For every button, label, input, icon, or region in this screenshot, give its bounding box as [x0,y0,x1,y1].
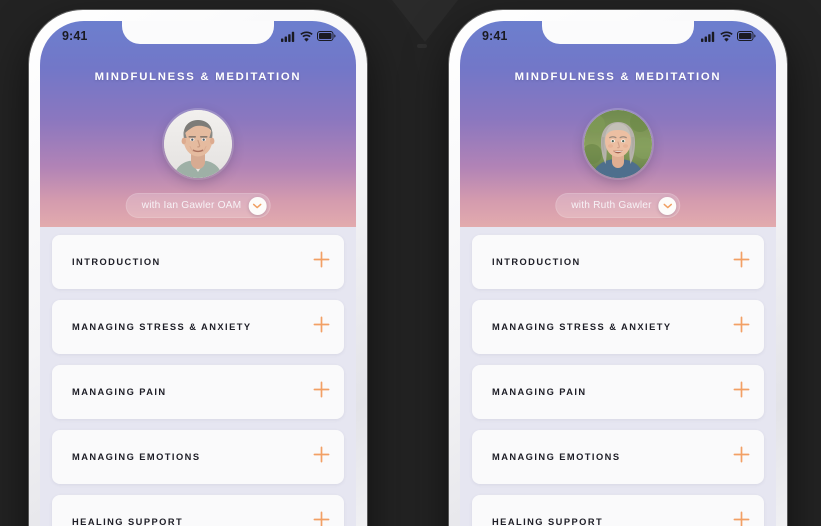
list-item[interactable]: HEALING SUPPORT [52,495,344,526]
list-item[interactable]: MANAGING EMOTIONS [472,430,764,484]
status-bar-left: 9:41 [40,21,356,49]
list-item-label: INTRODUCTION [72,257,161,267]
avatar-ian-gawler[interactable] [164,110,232,178]
list-item[interactable]: MANAGING STRESS & ANXIETY [52,300,344,354]
list-item-label: MANAGING PAIN [492,387,587,397]
plus-icon[interactable] [733,511,750,526]
battery-full-icon [317,31,336,41]
presenter-expand-button[interactable] [658,196,677,215]
list-item[interactable]: MANAGING EMOTIONS [52,430,344,484]
list-item-label: INTRODUCTION [492,257,581,267]
plus-icon[interactable] [313,381,330,403]
presenter-name: with Ian Gawler OAM [141,200,242,211]
phone-mockup-left: 9:41 MINDFULNESS & MEDITATION with Ian G… [29,10,367,526]
chevron-down-icon [253,203,262,209]
status-time: 9:41 [482,29,508,43]
list-item[interactable]: MANAGING PAIN [472,365,764,419]
list-item[interactable]: INTRODUCTION [472,235,764,289]
status-icon-group [281,31,336,42]
plus-icon[interactable] [313,511,330,526]
phone-screen-left: 9:41 MINDFULNESS & MEDITATION with Ian G… [40,21,356,526]
chapter-list-right[interactable]: INTRODUCTION MANAGING STRESS & ANXIETY M… [460,227,776,526]
triangle-watermark-dot-icon [417,44,427,48]
hero-header-right: 9:41 MINDFULNESS & MEDITATION with Ruth … [460,21,776,235]
list-item-label: MANAGING STRESS & ANXIETY [492,322,672,332]
list-item-label: MANAGING STRESS & ANXIETY [72,322,252,332]
phone-mockup-right: 9:41 MINDFULNESS & MEDITATION with Ruth … [449,10,787,526]
chevron-down-icon [663,203,672,209]
battery-full-icon [737,31,756,41]
page-title: MINDFULNESS & MEDITATION [514,71,722,83]
list-item-label: MANAGING EMOTIONS [72,452,201,462]
plus-icon[interactable] [313,446,330,468]
chapter-list-left[interactable]: INTRODUCTION MANAGING STRESS & ANXIETY M… [40,227,356,526]
presenter-expand-button[interactable] [248,196,267,215]
plus-icon[interactable] [313,316,330,338]
status-icon-group [701,31,756,42]
list-item-label: HEALING SUPPORT [492,517,604,526]
avatar-image [584,110,652,178]
presenter-pill-left[interactable]: with Ian Gawler OAM [125,193,271,218]
avatar-ruth-gawler[interactable] [584,110,652,178]
plus-icon[interactable] [733,381,750,403]
status-time: 9:41 [62,29,88,43]
phone-screen-right: 9:41 MINDFULNESS & MEDITATION with Ruth … [460,21,776,526]
status-bar-right: 9:41 [460,21,776,49]
cellular-bars-icon [281,31,296,42]
list-item[interactable]: HEALING SUPPORT [472,495,764,526]
avatar-image [164,110,232,178]
list-item[interactable]: MANAGING PAIN [52,365,344,419]
presenter-pill-right[interactable]: with Ruth Gawler [555,193,681,218]
presenter-name: with Ruth Gawler [571,200,652,211]
plus-icon[interactable] [733,251,750,273]
page-background: 9:41 MINDFULNESS & MEDITATION with Ian G… [0,0,821,526]
cellular-bars-icon [701,31,716,42]
list-item-label: MANAGING EMOTIONS [492,452,621,462]
hero-header-left: 9:41 MINDFULNESS & MEDITATION with Ian G… [40,21,356,235]
plus-icon[interactable] [313,251,330,273]
list-item[interactable]: INTRODUCTION [52,235,344,289]
wifi-icon [720,31,733,42]
list-item[interactable]: MANAGING STRESS & ANXIETY [472,300,764,354]
plus-icon[interactable] [733,446,750,468]
list-item-label: MANAGING PAIN [72,387,167,397]
wifi-icon [300,31,313,42]
list-item-label: HEALING SUPPORT [72,517,184,526]
plus-icon[interactable] [733,316,750,338]
page-title: MINDFULNESS & MEDITATION [94,71,302,83]
